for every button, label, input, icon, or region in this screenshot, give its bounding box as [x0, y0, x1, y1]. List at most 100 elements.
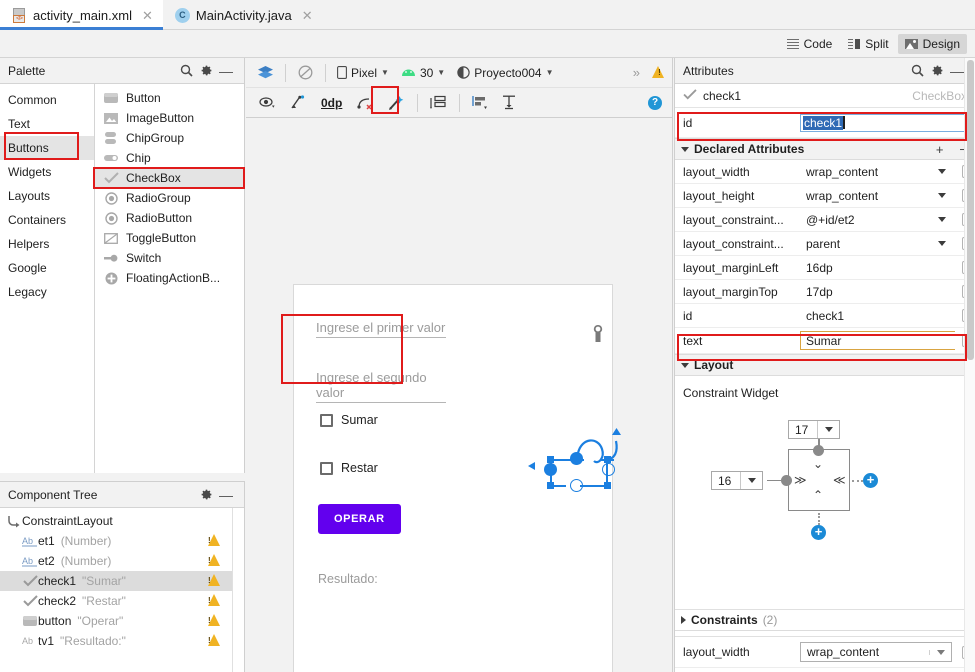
- wrench-icon[interactable]: [591, 324, 605, 346]
- palette-item-floatingactionbutton[interactable]: FloatingActionB...: [95, 268, 244, 288]
- clear-constraints-icon[interactable]: [285, 93, 311, 112]
- constraint-anchor-bottom[interactable]: [570, 479, 583, 492]
- margin-top-stepper[interactable]: 17: [788, 420, 840, 439]
- palette-category-text[interactable]: Text: [0, 112, 94, 136]
- guidelines-icon[interactable]: [425, 93, 452, 112]
- chevron-down-icon[interactable]: [740, 472, 762, 489]
- theme-selector[interactable]: Proyecto004 ▼: [452, 64, 558, 82]
- toolbar-overflow-button[interactable]: »: [628, 63, 645, 82]
- gear-icon[interactable]: [927, 64, 947, 77]
- selection-overlay-check1[interactable]: [528, 428, 638, 493]
- chevron-down-icon[interactable]: [929, 649, 951, 655]
- id-input[interactable]: check1: [800, 113, 972, 132]
- tree-row-constraintlayout[interactable]: ConstraintLayout: [0, 511, 244, 531]
- margins-icon[interactable]: [497, 93, 522, 112]
- attribute-row-text[interactable]: text Sumar: [675, 328, 975, 354]
- api-selector[interactable]: 30 ▼: [396, 64, 450, 82]
- add-attribute-button[interactable]: +: [928, 142, 952, 157]
- close-icon[interactable]: ✕: [302, 9, 313, 22]
- tab-activity-main-xml[interactable]: </> activity_main.xml ✕: [0, 0, 163, 30]
- text-attribute-input[interactable]: Sumar: [800, 331, 955, 350]
- close-icon[interactable]: ✕: [142, 9, 153, 22]
- device-selector[interactable]: Pixel ▼: [332, 64, 394, 82]
- attribute-row-id[interactable]: id check1: [675, 304, 975, 328]
- palette-item-radiobutton[interactable]: RadioButton: [95, 208, 244, 228]
- mode-code-button[interactable]: Code: [780, 34, 840, 54]
- attribute-row-layout-constraint-1[interactable]: layout_constraint... @+id/et2: [675, 208, 975, 232]
- resize-handle-top-left[interactable]: [547, 456, 554, 463]
- tree-row-check2[interactable]: check2 "Restar": [0, 591, 244, 611]
- attribute-value[interactable]: 16dp: [800, 261, 929, 275]
- palette-category-containers[interactable]: Containers: [0, 208, 94, 232]
- chevron-down-icon[interactable]: [929, 217, 955, 222]
- tab-main-activity-java[interactable]: C MainActivity.java ✕: [163, 0, 323, 30]
- palette-category-widgets[interactable]: Widgets: [0, 160, 94, 184]
- design-canvas[interactable]: Ingrese el primer valor Ingrese el segun…: [246, 119, 672, 672]
- blueprint-toggle-icon[interactable]: [292, 63, 319, 82]
- attributes-scrollbar-thumb[interactable]: [967, 60, 974, 360]
- attribute-value[interactable]: wrap_content: [800, 189, 929, 203]
- help-icon[interactable]: ?: [648, 95, 662, 110]
- attribute-value[interactable]: 17dp: [800, 285, 929, 299]
- attribute-row-layout-constraint-2[interactable]: layout_constraint... parent: [675, 232, 975, 256]
- gear-icon[interactable]: [196, 488, 216, 501]
- attribute-value[interactable]: @+id/et2: [800, 213, 929, 227]
- attribute-value[interactable]: parent: [800, 237, 929, 251]
- chevron-down-icon[interactable]: [929, 169, 955, 174]
- palette-item-chip[interactable]: Chip: [95, 148, 244, 168]
- constraint-anchor-top[interactable]: [813, 445, 824, 456]
- attribute-row-layout-height[interactable]: layout_height wrap_content: [675, 184, 975, 208]
- margin-left-stepper[interactable]: 16: [711, 471, 763, 490]
- constraints-section-header[interactable]: Constraints (2): [675, 609, 975, 631]
- mode-design-button[interactable]: Design: [897, 33, 967, 54]
- preview-checkbox-sumar[interactable]: Sumar: [320, 413, 378, 427]
- infer-constraints-icon[interactable]: [382, 93, 410, 113]
- constraint-anchor-left[interactable]: [544, 463, 557, 476]
- clear-all-constraints-icon[interactable]: [352, 94, 379, 112]
- palette-category-google[interactable]: Google: [0, 256, 94, 280]
- add-right-constraint-button[interactable]: +: [863, 473, 878, 488]
- constraint-anchor-top[interactable]: [570, 452, 583, 465]
- preview-operar-button[interactable]: OPERAR: [318, 504, 401, 534]
- edittext-first-value[interactable]: Ingrese el primer valor: [316, 320, 446, 338]
- gear-icon[interactable]: [196, 64, 216, 77]
- add-bottom-constraint-button[interactable]: +: [811, 525, 826, 540]
- attribute-row-layout-width[interactable]: layout_width wrap_content: [675, 160, 975, 184]
- tree-row-tv1[interactable]: Ab tv1 "Resultado:": [0, 631, 244, 651]
- palette-item-checkbox[interactable]: CheckBox: [95, 168, 244, 188]
- search-icon[interactable]: [907, 64, 927, 77]
- tree-row-button[interactable]: button "Operar": [0, 611, 244, 631]
- palette-item-imagebutton[interactable]: ImageButton: [95, 108, 244, 128]
- align-icon[interactable]: [467, 93, 494, 112]
- palette-item-switch[interactable]: Switch: [95, 248, 244, 268]
- attribute-row-layout-width-bottom[interactable]: layout_width wrap_content: [675, 636, 975, 668]
- palette-category-buttons[interactable]: Buttons: [0, 136, 94, 160]
- component-tree-scrollbar[interactable]: [232, 508, 244, 672]
- constraint-anchor-left[interactable]: [781, 475, 792, 486]
- resize-handle-bottom-right[interactable]: [604, 482, 611, 489]
- layout-section-header[interactable]: Layout: [675, 354, 975, 376]
- attributes-scrollbar[interactable]: [964, 58, 975, 672]
- resize-handle-top-right[interactable]: [604, 456, 611, 463]
- minimize-icon[interactable]: —: [216, 64, 236, 78]
- mode-split-button[interactable]: Split: [841, 34, 895, 54]
- palette-item-chipgroup[interactable]: ChipGroup: [95, 128, 244, 148]
- tree-row-et1[interactable]: Ab et1 (Number): [0, 531, 244, 551]
- chevron-down-icon[interactable]: [929, 193, 955, 198]
- declared-attributes-section-header[interactable]: Declared Attributes + −: [675, 138, 975, 160]
- minimize-icon[interactable]: —: [216, 488, 236, 502]
- attribute-row-layout-margintop[interactable]: layout_marginTop 17dp: [675, 280, 975, 304]
- default-margin-button[interactable]: 0dp: [314, 94, 349, 112]
- palette-item-togglebutton[interactable]: ToggleButton: [95, 228, 244, 248]
- palette-category-legacy[interactable]: Legacy: [0, 280, 94, 304]
- edittext-second-value[interactable]: Ingrese el segundo valor: [316, 370, 446, 403]
- warning-icon[interactable]: [647, 64, 672, 82]
- tree-row-et2[interactable]: Ab et2 (Number): [0, 551, 244, 571]
- design-mode-icon[interactable]: [252, 63, 279, 82]
- resize-handle-bottom-left[interactable]: [547, 482, 554, 489]
- palette-item-button[interactable]: Button: [95, 88, 244, 108]
- palette-category-helpers[interactable]: Helpers: [0, 232, 94, 256]
- attribute-row-layout-marginleft[interactable]: layout_marginLeft 16dp: [675, 256, 975, 280]
- palette-category-common[interactable]: Common: [0, 88, 94, 112]
- chevron-down-icon[interactable]: [817, 421, 839, 438]
